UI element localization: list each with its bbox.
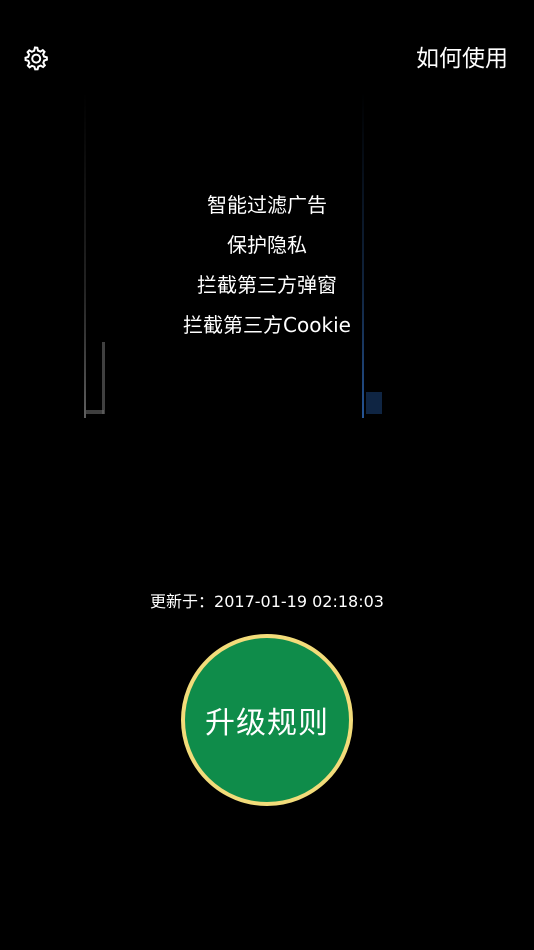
- gear-icon: [24, 46, 48, 71]
- how-to-use-link[interactable]: 如何使用: [416, 44, 508, 74]
- feature-list: 智能过滤广告 保护隐私 拦截第三方弹窗 拦截第三方Cookie: [0, 185, 534, 345]
- upgrade-rules-button[interactable]: 升级规则: [181, 634, 353, 806]
- feature-item: 保护隐私: [227, 233, 307, 257]
- last-updated-text: 更新于：2017-01-19 02:18:03: [150, 592, 384, 611]
- settings-button[interactable]: [20, 44, 50, 74]
- feature-item: 拦截第三方Cookie: [183, 313, 351, 337]
- feature-item: 拦截第三方弹窗: [197, 273, 337, 297]
- upgrade-rules-label: 升级规则: [205, 706, 329, 741]
- feature-item: 智能过滤广告: [207, 193, 327, 217]
